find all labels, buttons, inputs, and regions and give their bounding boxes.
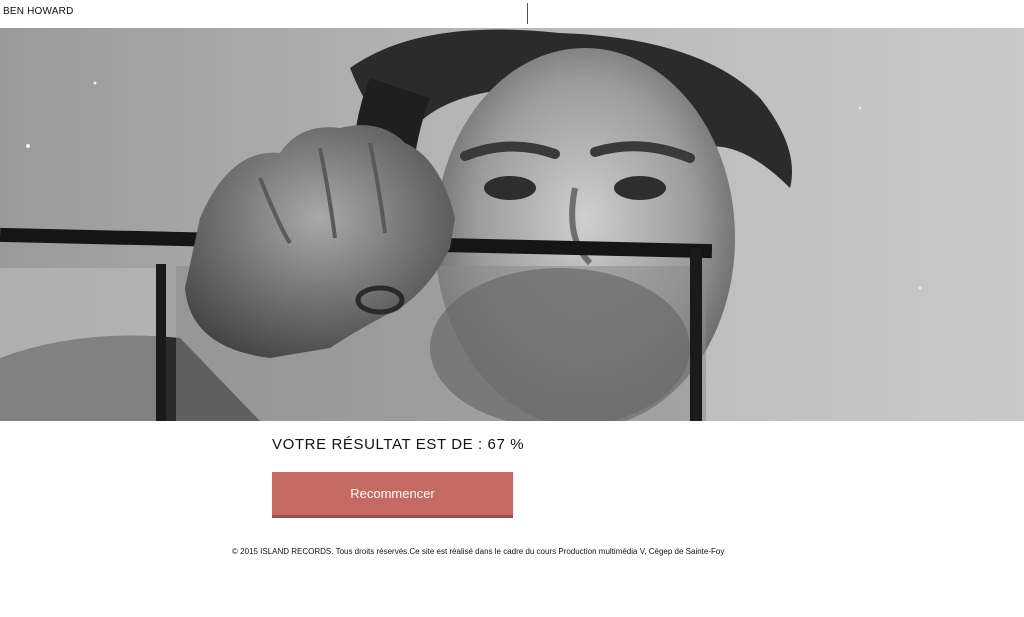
brand-logo-text[interactable]: BEN HOWARD xyxy=(3,6,74,17)
footer-copyright: © 2015 ISLAND RECORDS. Tous droits réser… xyxy=(232,547,725,556)
top-bar: BEN HOWARD xyxy=(0,0,1024,28)
portrait-photo-illustration xyxy=(0,28,1024,421)
result-text: VOTRE RÉSULTAT EST DE : 67 % xyxy=(272,436,525,453)
restart-button[interactable]: Recommencer xyxy=(272,472,513,518)
topbar-divider xyxy=(527,3,528,24)
hero-portrait-image xyxy=(0,28,1024,421)
